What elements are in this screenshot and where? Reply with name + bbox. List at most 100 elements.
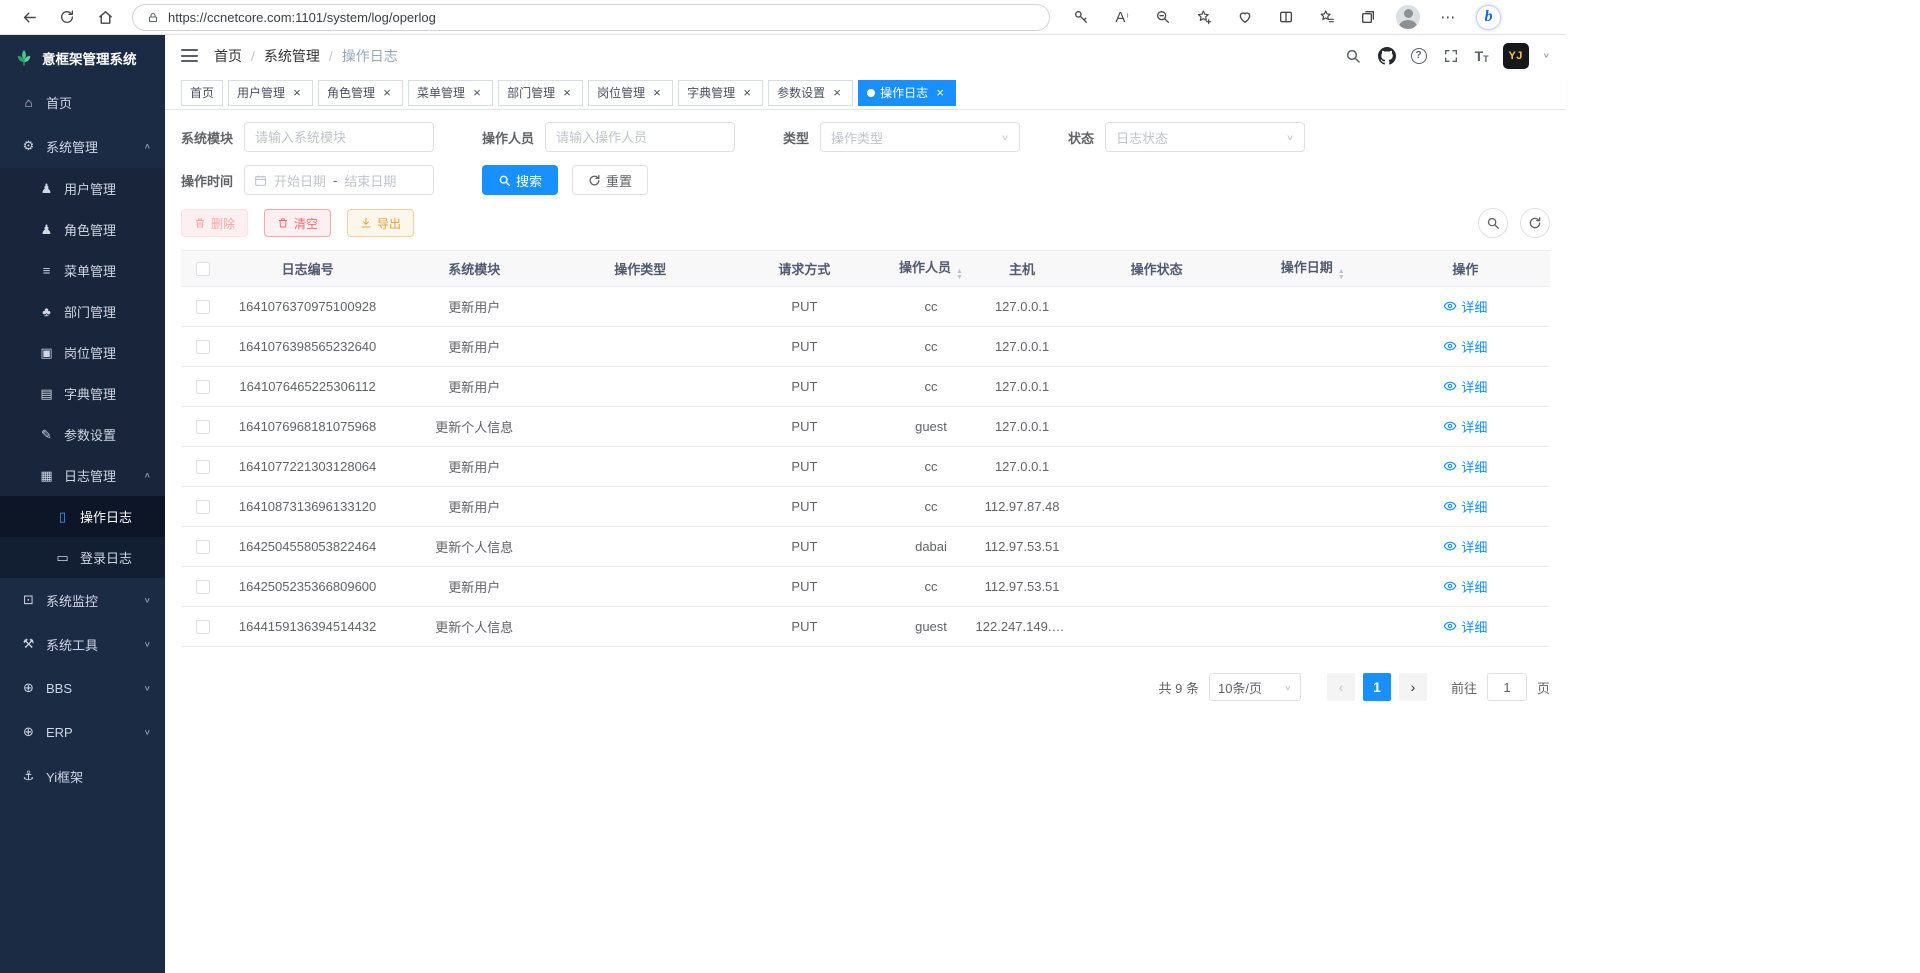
- module-filter-input[interactable]: [244, 122, 434, 152]
- clear-button[interactable]: 清空: [264, 209, 331, 237]
- browser-back-button[interactable]: [14, 2, 44, 32]
- sidebar-item-monitor[interactable]: ⊡系统监控∨: [0, 578, 165, 622]
- sidebar-item-user[interactable]: ♟用户管理: [0, 168, 165, 209]
- refresh-icon: [1528, 216, 1542, 230]
- chevron-down-icon[interactable]: ∨: [1543, 52, 1550, 60]
- more-options-icon[interactable]: ⋯: [1435, 4, 1461, 30]
- tag-user[interactable]: 用户管理×: [228, 80, 313, 106]
- refresh-table-button[interactable]: [1520, 208, 1550, 238]
- favorites-add-icon[interactable]: [1191, 4, 1217, 30]
- detail-link[interactable]: 详细: [1443, 297, 1487, 316]
- tag-home[interactable]: 首页: [181, 80, 223, 106]
- row-checkbox[interactable]: [196, 460, 210, 474]
- next-page-button[interactable]: ›: [1399, 673, 1427, 701]
- split-screen-icon[interactable]: [1273, 4, 1299, 30]
- sidebar-item-tools[interactable]: ⚒系统工具∨: [0, 622, 165, 666]
- sort-caret-icon[interactable]: ▲▼: [1338, 269, 1345, 281]
- detail-link[interactable]: 详细: [1443, 617, 1487, 636]
- tag-menu[interactable]: 菜单管理×: [408, 80, 493, 106]
- tag-close-icon[interactable]: ×: [650, 86, 664, 100]
- row-checkbox[interactable]: [196, 380, 210, 394]
- detail-link[interactable]: 详细: [1443, 577, 1487, 596]
- row-checkbox[interactable]: [196, 580, 210, 594]
- tag-close-icon[interactable]: ×: [933, 86, 947, 100]
- reset-button[interactable]: 重置: [572, 165, 648, 195]
- tag-close-icon[interactable]: ×: [470, 86, 484, 100]
- sidebar-toggle-icon[interactable]: [181, 49, 198, 62]
- status-filter-select[interactable]: 日志状态 ∨: [1105, 122, 1305, 152]
- tag-close-icon[interactable]: ×: [830, 86, 844, 100]
- browser-profile-avatar[interactable]: [1396, 5, 1420, 29]
- tag-post[interactable]: 岗位管理×: [588, 80, 673, 106]
- page-number-button[interactable]: 1: [1363, 673, 1391, 701]
- breadcrumb-item[interactable]: 系统管理: [264, 46, 320, 66]
- detail-link[interactable]: 详细: [1443, 457, 1487, 476]
- operator-filter-input[interactable]: [545, 122, 735, 152]
- tag-dept[interactable]: 部门管理×: [498, 80, 583, 106]
- sort-caret-icon[interactable]: ▲▼: [956, 269, 963, 281]
- user-avatar[interactable]: YJ: [1503, 43, 1529, 69]
- detail-link[interactable]: 详细: [1443, 497, 1487, 516]
- sidebar-item-erp[interactable]: ⊕ERP∨: [0, 710, 165, 754]
- browser-home-button[interactable]: [90, 2, 120, 32]
- search-icon[interactable]: [1343, 46, 1363, 66]
- sidebar-item-yiframe[interactable]: ⚓Yi框架: [0, 754, 165, 798]
- tag-close-icon[interactable]: ×: [290, 86, 304, 100]
- detail-link[interactable]: 详细: [1443, 377, 1487, 396]
- row-checkbox[interactable]: [196, 540, 210, 554]
- export-button[interactable]: 导出: [347, 209, 414, 237]
- row-checkbox[interactable]: [196, 420, 210, 434]
- sidebar-item-log[interactable]: ▦日志管理∧: [0, 455, 165, 496]
- sidebar-item-loginlog[interactable]: ▭登录日志: [0, 537, 165, 578]
- sidebar-item-dept[interactable]: ♣部门管理: [0, 291, 165, 332]
- tag-dict[interactable]: 字典管理×: [678, 80, 763, 106]
- goto-page-input[interactable]: [1487, 673, 1527, 701]
- breadcrumb-item[interactable]: 首页: [214, 46, 242, 66]
- sidebar-item-config[interactable]: ✎参数设置: [0, 414, 165, 455]
- sidebar-item-home[interactable]: ⌂首页: [0, 80, 165, 124]
- breadcrumb-separator: /: [251, 48, 255, 64]
- prev-page-button[interactable]: ‹: [1327, 673, 1355, 701]
- zoom-out-icon[interactable]: [1150, 4, 1176, 30]
- read-aloud-icon[interactable]: A⁾: [1109, 4, 1135, 30]
- select-all-checkbox[interactable]: [196, 262, 210, 276]
- browser-essentials-icon[interactable]: [1232, 4, 1258, 30]
- copilot-icon[interactable]: b: [1476, 5, 1501, 30]
- sidebar-item-menu[interactable]: ≡菜单管理: [0, 250, 165, 291]
- sidebar-item-bbs[interactable]: ⊕BBS∨: [0, 666, 165, 710]
- search-button[interactable]: 搜索: [482, 165, 558, 195]
- tag-close-icon[interactable]: ×: [560, 86, 574, 100]
- collections-icon[interactable]: [1355, 4, 1381, 30]
- date-range-picker[interactable]: 开始日期 - 结束日期: [244, 165, 434, 195]
- sidebar-item-dict[interactable]: ▤字典管理: [0, 373, 165, 414]
- tag-config[interactable]: 参数设置×: [768, 80, 853, 106]
- row-checkbox[interactable]: [196, 340, 210, 354]
- detail-link[interactable]: 详细: [1443, 417, 1487, 436]
- browser-refresh-button[interactable]: [52, 2, 82, 32]
- key-icon[interactable]: [1068, 4, 1094, 30]
- sidebar-item-operlog[interactable]: ▯操作日志: [0, 496, 165, 537]
- page-size-select[interactable]: 10条/页 ∨: [1209, 673, 1301, 701]
- show-search-button[interactable]: [1478, 208, 1508, 238]
- tag-close-icon[interactable]: ×: [380, 86, 394, 100]
- row-checkbox[interactable]: [196, 500, 210, 514]
- detail-link[interactable]: 详细: [1443, 537, 1487, 556]
- tag-close-icon[interactable]: ×: [740, 86, 754, 100]
- sidebar-item-post[interactable]: ▣岗位管理: [0, 332, 165, 373]
- sidebar-item-system[interactable]: ⚙系统管理∧: [0, 124, 165, 168]
- help-icon[interactable]: ?: [1411, 48, 1427, 64]
- github-icon[interactable]: [1377, 46, 1397, 66]
- row-checkbox[interactable]: [196, 620, 210, 634]
- tag-role[interactable]: 角色管理×: [318, 80, 403, 106]
- sidebar-item-role[interactable]: ♟角色管理: [0, 209, 165, 250]
- font-size-icon[interactable]: TT: [1475, 48, 1489, 64]
- tag-operlog[interactable]: 操作日志×: [858, 80, 956, 106]
- delete-button[interactable]: 删除: [181, 209, 248, 237]
- favorites-bar-icon[interactable]: [1314, 4, 1340, 30]
- browser-url-bar[interactable]: https://ccnetcore.com:1101/system/log/op…: [132, 4, 1050, 31]
- detail-link[interactable]: 详细: [1443, 337, 1487, 356]
- row-checkbox[interactable]: [196, 300, 210, 314]
- fullscreen-icon[interactable]: [1441, 46, 1461, 66]
- type-filter-select[interactable]: 操作类型 ∨: [820, 122, 1020, 152]
- cell-id: 1641076465225306112: [225, 367, 390, 407]
